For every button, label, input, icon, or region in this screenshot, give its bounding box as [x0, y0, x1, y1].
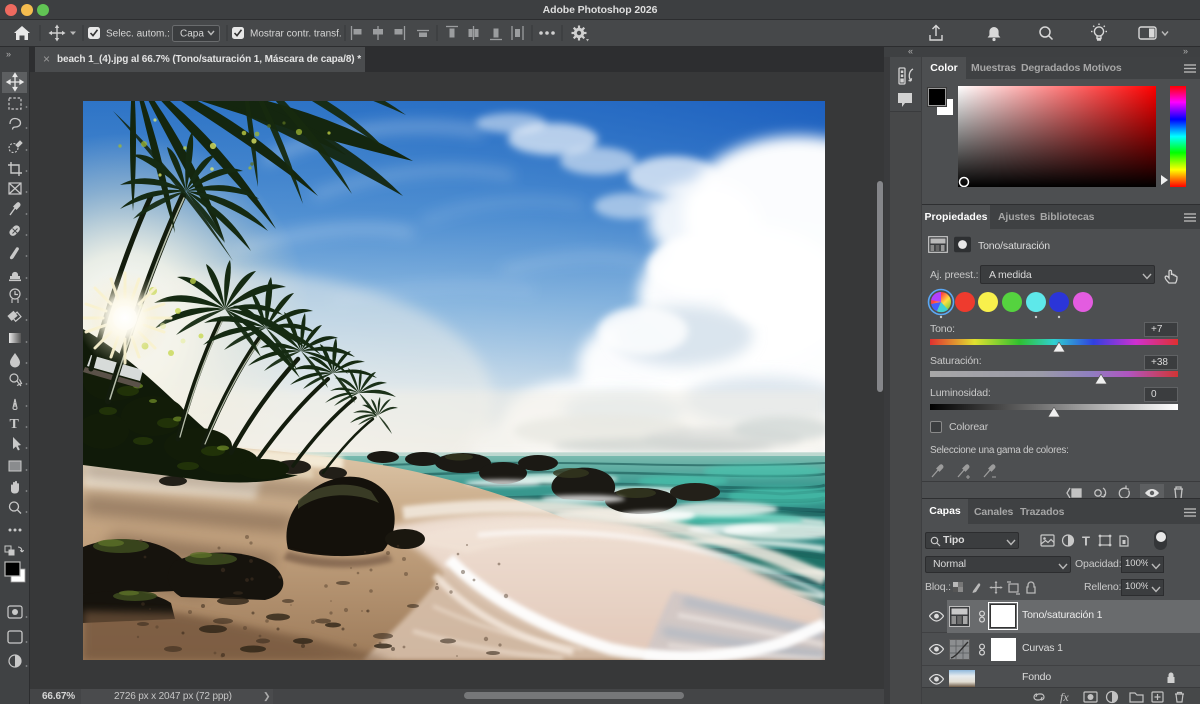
svg-text:»: »: [6, 49, 11, 59]
svg-text:T: T: [10, 417, 20, 432]
svg-text:Capa: Capa: [180, 29, 204, 40]
svg-text:Mostrar contr. transf.: Mostrar contr. transf.: [250, 29, 342, 40]
svg-text:T: T: [1082, 534, 1090, 549]
svg-text:Selec. autom.:: Selec. autom.:: [106, 29, 170, 40]
svg-text:fx: fx: [1060, 690, 1069, 704]
